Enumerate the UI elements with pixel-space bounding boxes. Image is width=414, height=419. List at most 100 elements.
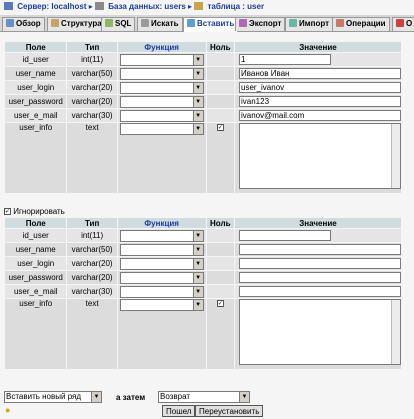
field-name: user_login [5, 257, 67, 270]
null-checkbox[interactable]: ✓ [216, 300, 224, 308]
table-row: user_password varchar(20) ▼ [5, 271, 401, 284]
field-name: user_e_mail [5, 285, 67, 298]
tab-structure[interactable]: Структура [47, 17, 106, 31]
column-header-value: Значение [235, 218, 401, 228]
table-row: id_user int(11) ▼ 1 [5, 53, 401, 66]
then-label: а затем [116, 393, 146, 402]
value-input[interactable]: ivanov@mail.com [239, 110, 401, 121]
tab-insert[interactable]: Вставить [183, 17, 239, 32]
function-select[interactable]: ▼ [119, 257, 204, 270]
field-type: int(11) [67, 53, 117, 66]
field-type: text [67, 123, 117, 193]
function-select[interactable]: ▼ [119, 271, 204, 284]
value-textarea[interactable] [239, 299, 401, 365]
chevron-down-icon: ▼ [91, 392, 101, 402]
breadcrumb-table[interactable]: таблица : user [207, 2, 264, 11]
chevron-down-icon: ▼ [192, 110, 203, 121]
scrollbar[interactable] [391, 300, 400, 364]
insert-form-1: Поле Тип Функция Ноль Значение id_user i… [4, 41, 402, 194]
function-select[interactable]: ▼ [119, 109, 204, 122]
chevron-down-icon: ▼ [192, 54, 203, 65]
function-select[interactable]: ▼ [119, 67, 204, 80]
chevron-down-icon: ▼ [192, 124, 203, 134]
value-input[interactable] [239, 286, 401, 297]
tab-sql[interactable]: SQL [101, 17, 136, 31]
value-input[interactable]: 1 [239, 54, 331, 65]
field-type: varchar(50) [67, 243, 117, 256]
database-icon [94, 2, 104, 10]
field-type: varchar(30) [67, 285, 117, 298]
ignore-checkbox[interactable]: ✓ [4, 208, 11, 216]
column-header-field: Поле [5, 218, 67, 228]
column-header-type: Тип [67, 42, 117, 52]
operations-icon [336, 19, 344, 27]
function-select[interactable]: ▼ [119, 53, 204, 66]
breadcrumb-server[interactable]: Сервер: localhost [17, 2, 86, 11]
column-header-null: Ноль [206, 218, 234, 228]
value-input[interactable] [239, 230, 331, 241]
null-checkbox[interactable]: ✓ [216, 124, 224, 132]
tab-browse[interactable]: Обзор [2, 17, 45, 31]
field-name: user_name [5, 243, 67, 256]
column-header-function[interactable]: Функция [117, 218, 206, 228]
function-select[interactable]: ▼ [119, 123, 204, 135]
field-name: id_user [5, 229, 67, 242]
table-row: user_e_mail varchar(30) ▼ [5, 285, 401, 298]
tab-export[interactable]: Экспорт [235, 17, 286, 31]
insert-mode-select[interactable]: Вставить новый ряд ▼ [4, 391, 102, 403]
value-input[interactable]: user_ivanov [239, 82, 401, 93]
after-action-select[interactable]: Возврат ▼ [158, 391, 250, 403]
chevron-down-icon: ▼ [192, 286, 203, 297]
breadcrumb: Сервер: localhost ▸ База данных: users ▸… [0, 0, 414, 14]
table-icon [194, 2, 204, 10]
field-type: varchar(20) [67, 81, 117, 94]
value-input[interactable]: Иванов Иван [239, 68, 401, 79]
chevron-down-icon: ▼ [192, 68, 203, 79]
field-type: varchar(30) [67, 109, 117, 122]
value-textarea[interactable] [239, 123, 401, 189]
field-name: user_password [5, 271, 67, 284]
tab-search[interactable]: Искать [137, 17, 183, 31]
empty-icon [396, 19, 404, 27]
field-name: user_info [5, 299, 67, 369]
browse-icon [6, 19, 14, 27]
scrollbar[interactable] [391, 124, 400, 188]
chevron-down-icon: ▼ [192, 82, 203, 93]
value-input[interactable] [239, 272, 401, 283]
tab-operations[interactable]: Операции [332, 17, 390, 31]
go-button[interactable]: Пошел [162, 405, 196, 417]
tab-empty[interactable]: О [392, 17, 414, 31]
column-header-function[interactable]: Функция [117, 42, 206, 52]
table-row: user_info text ▼ ✓ [5, 299, 401, 369]
reset-button[interactable]: Переустановить [195, 405, 264, 417]
column-header-value: Значение [235, 42, 401, 52]
field-name: user_password [5, 95, 67, 108]
table-row: id_user int(11) ▼ [5, 229, 401, 242]
column-header-null: Ноль [206, 42, 234, 52]
table-row: user_login varchar(20) ▼ user_ivanov [5, 81, 401, 94]
tab-import[interactable]: Импорт [285, 17, 334, 31]
function-select[interactable]: ▼ [119, 229, 204, 242]
ignore-option: ✓ Игнорировать [4, 207, 65, 216]
chevron-down-icon: ▼ [192, 230, 203, 241]
function-select[interactable]: ▼ [119, 285, 204, 298]
table-row: user_info text ▼ ✓ [5, 123, 401, 193]
value-input[interactable]: ivan123 [239, 96, 401, 107]
table-row: user_name varchar(50) ▼ Иванов Иван [5, 67, 401, 80]
value-input[interactable] [239, 244, 401, 255]
import-icon [289, 19, 297, 27]
breadcrumb-database[interactable]: База данных: users [108, 2, 186, 11]
export-icon [239, 19, 247, 27]
table-row: user_name varchar(50) ▼ [5, 243, 401, 256]
field-name: user_e_mail [5, 109, 67, 122]
function-select[interactable]: ▼ [119, 243, 204, 256]
field-name: id_user [5, 53, 67, 66]
function-select[interactable]: ▼ [119, 95, 204, 108]
table-row: user_login varchar(20) ▼ [5, 257, 401, 270]
field-type: text [67, 299, 117, 369]
column-header-type: Тип [67, 218, 117, 228]
function-select[interactable]: ▼ [119, 299, 204, 311]
value-input[interactable] [239, 258, 401, 269]
search-icon [141, 19, 149, 27]
function-select[interactable]: ▼ [119, 81, 204, 94]
